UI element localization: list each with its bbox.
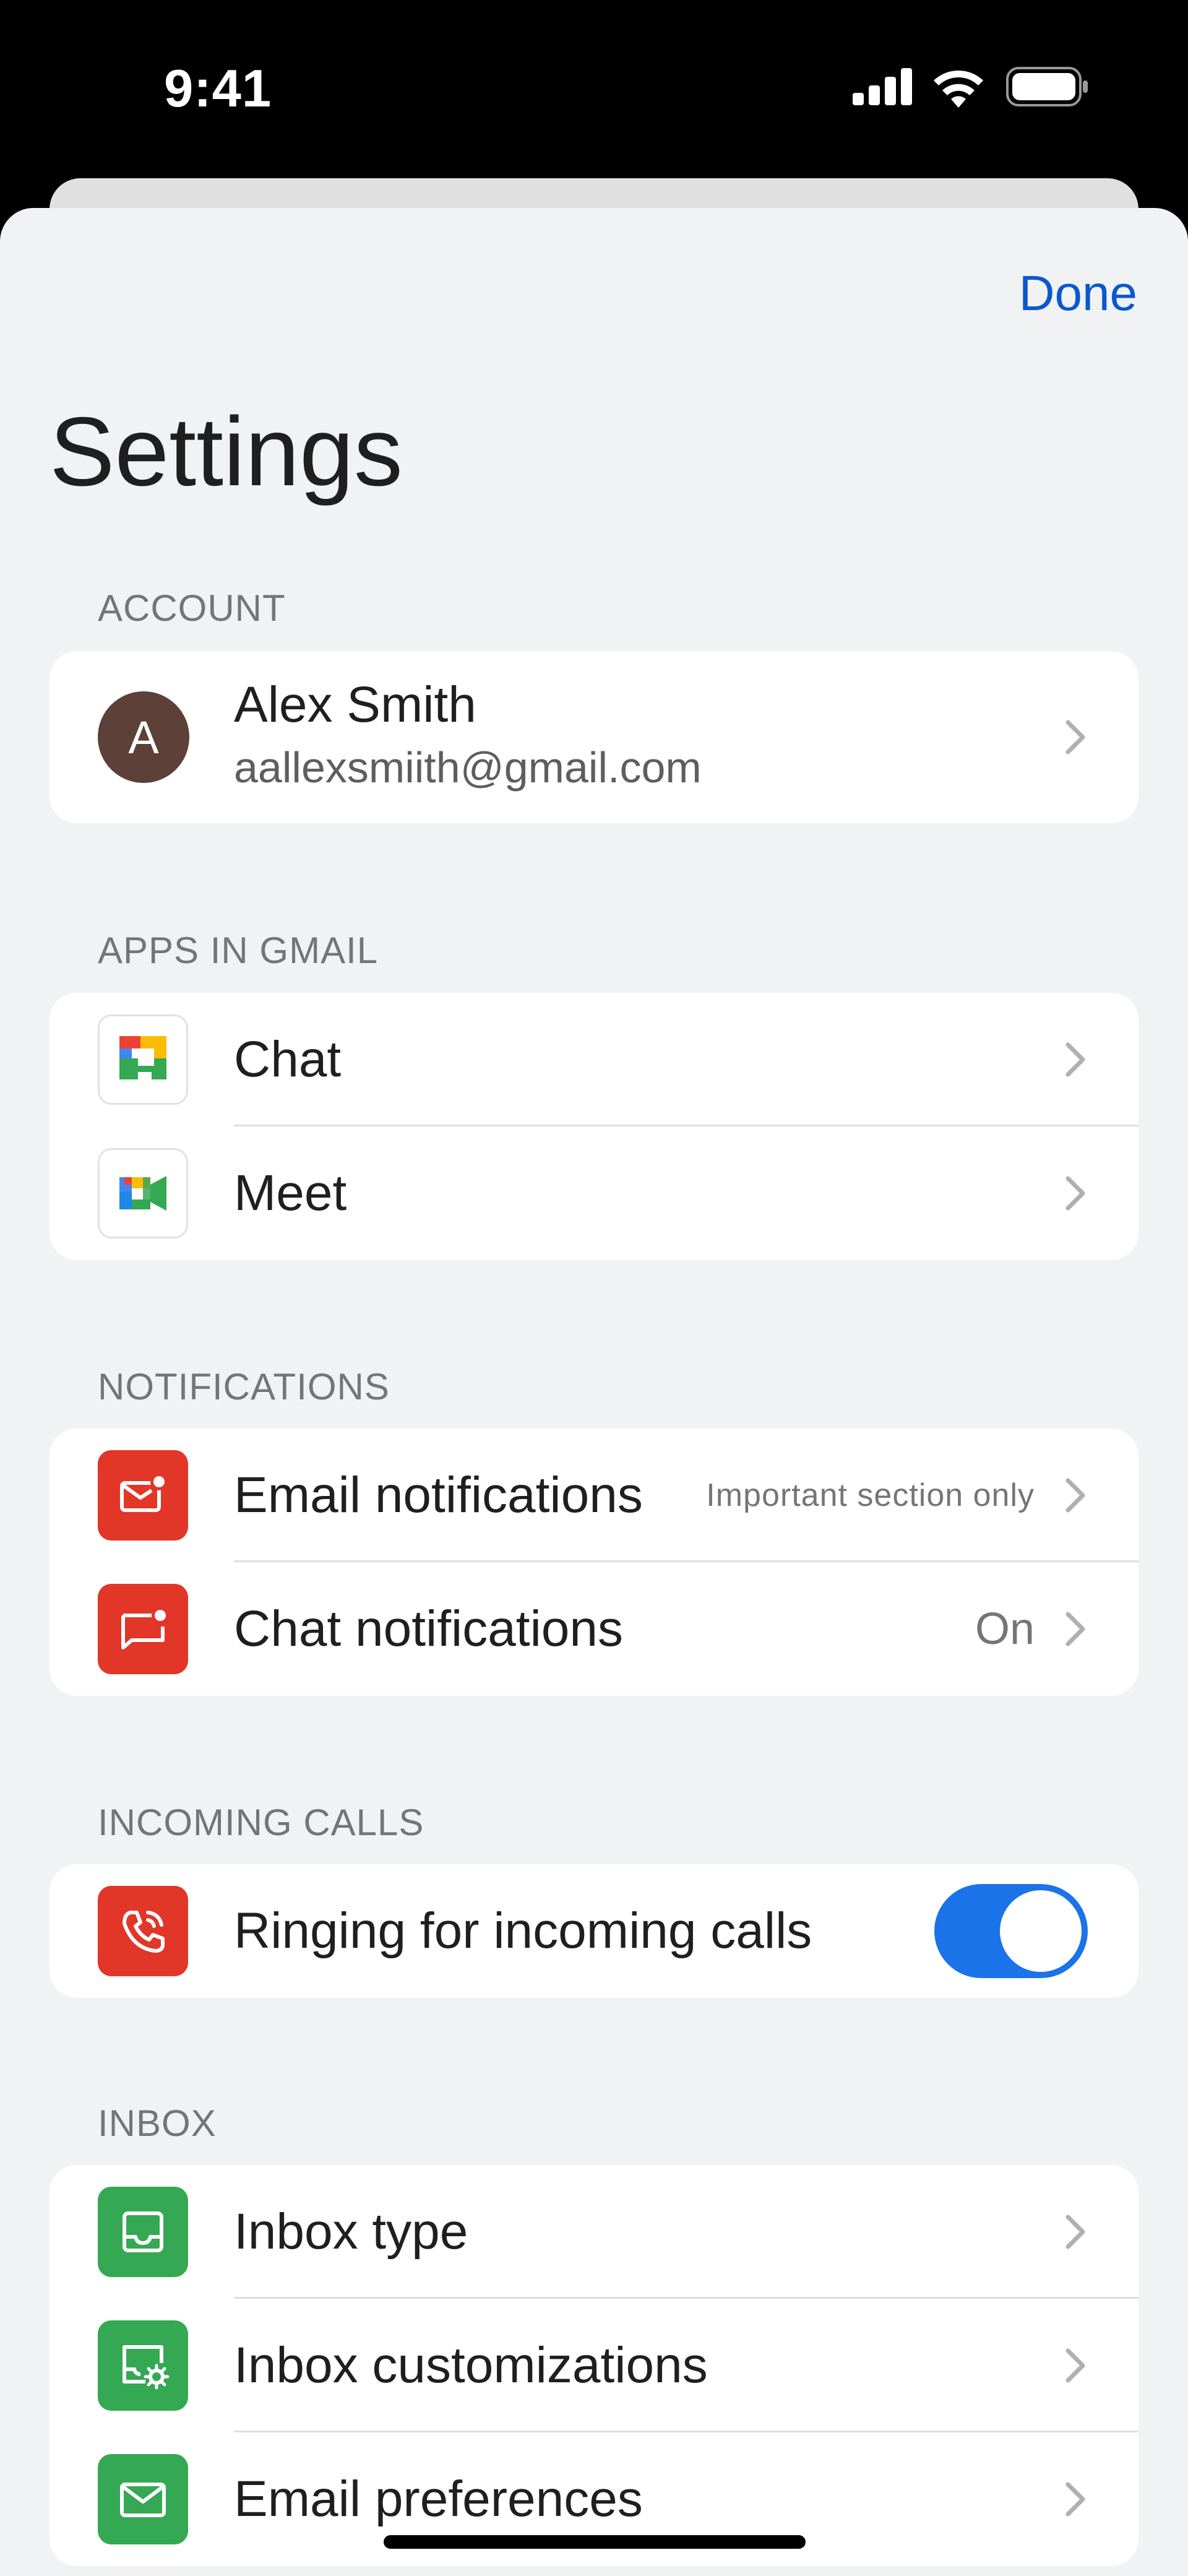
settings-row-label: Chat notifications: [234, 1601, 624, 1657]
settings-row-value: On: [975, 1604, 1035, 1654]
envelope-icon: [98, 2454, 188, 2544]
inbox-card: Inbox type Inbox customizations Email pr…: [50, 2165, 1138, 2566]
settings-row-label: Ringing for incoming calls: [234, 1903, 812, 1959]
settings-row-inbox-customizations[interactable]: Inbox customizations: [50, 2299, 1138, 2432]
settings-row-label: Inbox type: [234, 2203, 468, 2260]
ringing-toggle[interactable]: [934, 1884, 1088, 1978]
section-header-notifications: NOTIFICATIONS: [98, 1366, 390, 1407]
email-notification-icon: [98, 1450, 188, 1541]
settings-row-label: Chat: [234, 1031, 342, 1087]
chevron-right-icon: [1065, 1612, 1085, 1646]
settings-row-chat-notifications[interactable]: Chat notifications On: [50, 1562, 1138, 1696]
chevron-right-icon: [1065, 1042, 1085, 1077]
account-card: A Alex Smith aallexsmiith@gmail.com: [50, 651, 1138, 823]
chevron-right-icon: [1065, 2215, 1085, 2249]
settings-row-meet[interactable]: Meet: [50, 1126, 1138, 1260]
settings-row-chat[interactable]: Chat: [50, 993, 1138, 1126]
apps-card: Chat Meet: [50, 993, 1138, 1260]
status-bar: 9:41: [0, 0, 1188, 179]
account-row[interactable]: A Alex Smith aallexsmiith@gmail.com: [50, 651, 1138, 823]
settings-row-label: Email notifications: [234, 1467, 643, 1523]
inbox-settings-icon: [98, 2320, 188, 2411]
incoming-calls-card: Ringing for incoming calls: [50, 1864, 1138, 1998]
signal-icon: [853, 68, 912, 105]
page-title: Settings: [50, 397, 403, 506]
settings-row-value: Important section only: [706, 1477, 1035, 1513]
battery-icon: [1006, 67, 1088, 106]
google-meet-icon: [98, 1148, 188, 1238]
status-time: 9:41: [164, 59, 272, 118]
toggle-knob: [1000, 1890, 1082, 1972]
done-button[interactable]: Done: [1019, 265, 1137, 322]
section-header-incoming-calls: INCOMING CALLS: [98, 1802, 424, 1843]
inbox-tray-icon: [98, 2187, 188, 2277]
google-chat-icon: [98, 1014, 188, 1105]
settings-sheet: Done Settings ACCOUNT A Alex Smith aalle…: [0, 208, 1188, 2576]
chevron-right-icon: [1065, 2482, 1085, 2517]
chat-notification-icon: [98, 1584, 188, 1674]
chevron-right-icon: [1065, 1176, 1085, 1211]
settings-row-label: Meet: [234, 1165, 347, 1221]
section-header-account: ACCOUNT: [98, 587, 286, 629]
chevron-right-icon: [1065, 720, 1085, 754]
home-indicator[interactable]: [384, 2535, 806, 2549]
settings-row-email-notifications[interactable]: Email notifications Important section on…: [50, 1428, 1138, 1562]
settings-row-ringing: Ringing for incoming calls: [50, 1864, 1138, 1998]
phone-ringing-icon: [98, 1886, 188, 1976]
settings-row-label: Inbox customizations: [234, 2337, 708, 2393]
settings-row-label: Email preferences: [234, 2471, 643, 2527]
chevron-right-icon: [1065, 1478, 1085, 1513]
chevron-right-icon: [1065, 2348, 1085, 2383]
settings-row-inbox-type[interactable]: Inbox type: [50, 2165, 1138, 2299]
section-header-apps: APPS IN GMAIL: [98, 930, 379, 971]
notifications-card: Email notifications Important section on…: [50, 1428, 1138, 1696]
wifi-icon: [934, 71, 983, 108]
avatar: A: [98, 691, 189, 783]
section-header-inbox: INBOX: [98, 2103, 217, 2144]
account-name: Alex Smith: [234, 676, 476, 733]
account-email: aallexsmiith@gmail.com: [234, 743, 702, 792]
